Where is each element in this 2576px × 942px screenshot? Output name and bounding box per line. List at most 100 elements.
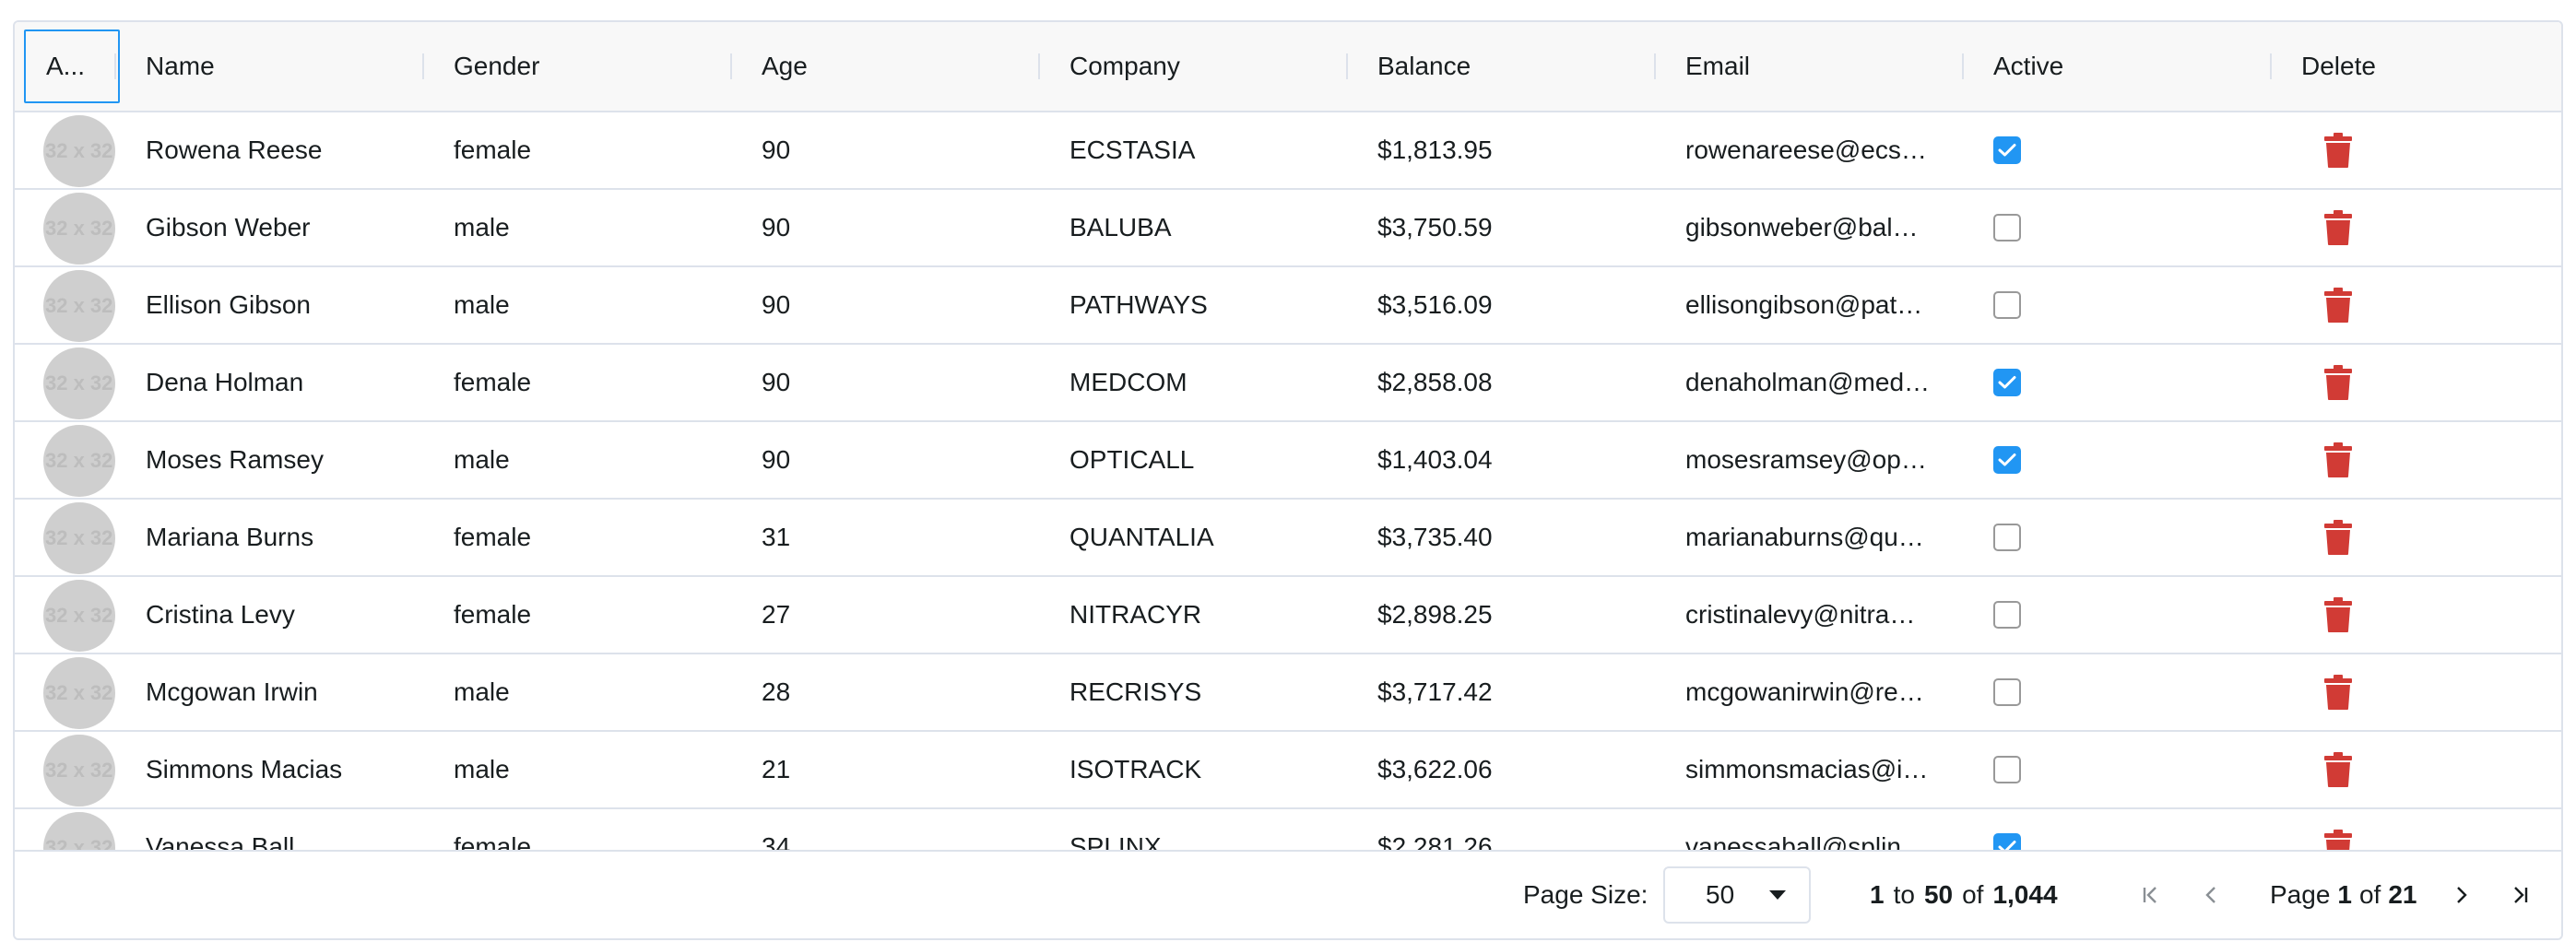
cell-gender[interactable]: male: [454, 190, 730, 265]
cell-age[interactable]: 21: [762, 732, 1038, 807]
cell-gender[interactable]: female: [454, 500, 730, 575]
column-header-active[interactable]: Active: [1993, 22, 2270, 111]
cell-balance[interactable]: $3,516.09: [1377, 267, 1654, 343]
cell-company[interactable]: ECSTASIA: [1069, 112, 1346, 188]
column-resize-handle[interactable]: [114, 53, 116, 79]
cell-company[interactable]: RECRISYS: [1069, 654, 1346, 730]
cell-name[interactable]: Cristina Levy: [146, 577, 422, 653]
trash-icon[interactable]: [2323, 596, 2353, 633]
cell-balance[interactable]: $3,717.42: [1377, 654, 1654, 730]
cell-age[interactable]: 90: [762, 267, 1038, 343]
column-resize-handle[interactable]: [1654, 53, 1656, 79]
cell-email[interactable]: mosesramsey@op…: [1685, 422, 1962, 498]
column-resize-handle[interactable]: [730, 53, 732, 79]
cell-email[interactable]: marianaburns@qu…: [1685, 500, 1962, 575]
cell-age[interactable]: 90: [762, 112, 1038, 188]
previous-page-button[interactable]: [2194, 877, 2229, 913]
cell-gender[interactable]: male: [454, 654, 730, 730]
last-page-button[interactable]: [2502, 877, 2537, 913]
column-header-delete[interactable]: Delete: [2301, 22, 2559, 111]
grid-body[interactable]: 32 x 32 Rowena Reese female 90 ECSTASIA …: [15, 112, 2561, 874]
active-checkbox[interactable]: [1993, 291, 2021, 319]
column-header-email[interactable]: Email: [1685, 22, 1962, 111]
cell-gender[interactable]: female: [454, 112, 730, 188]
column-resize-handle[interactable]: [422, 53, 424, 79]
page-size-select[interactable]: 50: [1663, 866, 1811, 924]
cell-balance[interactable]: $2,858.08: [1377, 345, 1654, 420]
cell-balance[interactable]: $1,813.95: [1377, 112, 1654, 188]
cell-email[interactable]: gibsonweber@bal…: [1685, 190, 1962, 265]
table-row[interactable]: 32 x 32 Mcgowan Irwin male 28 RECRISYS $…: [15, 654, 2561, 732]
table-row[interactable]: 32 x 32 Dena Holman female 90 MEDCOM $2,…: [15, 345, 2561, 422]
table-row[interactable]: 32 x 32 Cristina Levy female 27 NITRACYR…: [15, 577, 2561, 654]
trash-icon[interactable]: [2323, 674, 2353, 711]
trash-icon[interactable]: [2323, 751, 2353, 788]
cell-email[interactable]: simmonsmacias@i…: [1685, 732, 1962, 807]
cell-email[interactable]: cristinalevy@nitra…: [1685, 577, 1962, 653]
cell-company[interactable]: NITRACYR: [1069, 577, 1346, 653]
cell-company[interactable]: ISOTRACK: [1069, 732, 1346, 807]
column-header-gender[interactable]: Gender: [454, 22, 730, 111]
cell-company[interactable]: QUANTALIA: [1069, 500, 1346, 575]
cell-age[interactable]: 90: [762, 345, 1038, 420]
cell-name[interactable]: Mariana Burns: [146, 500, 422, 575]
cell-name[interactable]: Gibson Weber: [146, 190, 422, 265]
cell-name[interactable]: Simmons Macias: [146, 732, 422, 807]
cell-balance[interactable]: $3,735.40: [1377, 500, 1654, 575]
column-header-balance[interactable]: Balance: [1377, 22, 1654, 111]
cell-company[interactable]: PATHWAYS: [1069, 267, 1346, 343]
table-row[interactable]: 32 x 32 Rowena Reese female 90 ECSTASIA …: [15, 112, 2561, 190]
cell-balance[interactable]: $1,403.04: [1377, 422, 1654, 498]
cell-gender[interactable]: female: [454, 577, 730, 653]
cell-gender[interactable]: male: [454, 422, 730, 498]
trash-icon[interactable]: [2323, 519, 2353, 556]
active-checkbox[interactable]: [1993, 524, 2021, 551]
cell-name[interactable]: Rowena Reese: [146, 112, 422, 188]
table-row[interactable]: 32 x 32 Gibson Weber male 90 BALUBA $3,7…: [15, 190, 2561, 267]
trash-icon[interactable]: [2323, 132, 2353, 169]
cell-balance[interactable]: $2,898.25: [1377, 577, 1654, 653]
cell-gender[interactable]: female: [454, 345, 730, 420]
cell-gender[interactable]: male: [454, 732, 730, 807]
cell-gender[interactable]: male: [454, 267, 730, 343]
cell-email[interactable]: ellisongibson@pat…: [1685, 267, 1962, 343]
cell-company[interactable]: MEDCOM: [1069, 345, 1346, 420]
cell-age[interactable]: 28: [762, 654, 1038, 730]
cell-name[interactable]: Ellison Gibson: [146, 267, 422, 343]
cell-age[interactable]: 27: [762, 577, 1038, 653]
active-checkbox[interactable]: [1993, 369, 2021, 396]
cell-name[interactable]: Mcgowan Irwin: [146, 654, 422, 730]
table-row[interactable]: 32 x 32 Mariana Burns female 31 QUANTALI…: [15, 500, 2561, 577]
active-checkbox[interactable]: [1993, 136, 2021, 164]
cell-name[interactable]: Moses Ramsey: [146, 422, 422, 498]
active-checkbox[interactable]: [1993, 446, 2021, 474]
column-header-company[interactable]: Company: [1069, 22, 1346, 111]
cell-balance[interactable]: $3,750.59: [1377, 190, 1654, 265]
trash-icon[interactable]: [2323, 364, 2353, 401]
cell-email[interactable]: mcgowanirwin@re…: [1685, 654, 1962, 730]
cell-email[interactable]: denaholman@med…: [1685, 345, 1962, 420]
cell-age[interactable]: 90: [762, 422, 1038, 498]
column-resize-handle[interactable]: [1038, 53, 1040, 79]
trash-icon[interactable]: [2323, 209, 2353, 246]
column-header-name[interactable]: Name: [146, 22, 422, 111]
column-resize-handle[interactable]: [1346, 53, 1348, 79]
active-checkbox[interactable]: [1993, 756, 2021, 783]
table-row[interactable]: 32 x 32 Simmons Macias male 21 ISOTRACK …: [15, 732, 2561, 809]
cell-company[interactable]: OPTICALL: [1069, 422, 1346, 498]
active-checkbox[interactable]: [1993, 601, 2021, 629]
cell-balance[interactable]: $3,622.06: [1377, 732, 1654, 807]
cell-email[interactable]: rowenareese@ecs…: [1685, 112, 1962, 188]
cell-age[interactable]: 31: [762, 500, 1038, 575]
column-resize-handle[interactable]: [2270, 53, 2272, 79]
cell-age[interactable]: 90: [762, 190, 1038, 265]
column-header-avatar[interactable]: A...: [24, 29, 120, 103]
table-row[interactable]: 32 x 32 Ellison Gibson male 90 PATHWAYS …: [15, 267, 2561, 345]
table-row[interactable]: 32 x 32 Moses Ramsey male 90 OPTICALL $1…: [15, 422, 2561, 500]
cell-name[interactable]: Dena Holman: [146, 345, 422, 420]
trash-icon[interactable]: [2323, 442, 2353, 478]
active-checkbox[interactable]: [1993, 214, 2021, 241]
active-checkbox[interactable]: [1993, 678, 2021, 706]
next-page-button[interactable]: [2443, 877, 2478, 913]
cell-company[interactable]: BALUBA: [1069, 190, 1346, 265]
